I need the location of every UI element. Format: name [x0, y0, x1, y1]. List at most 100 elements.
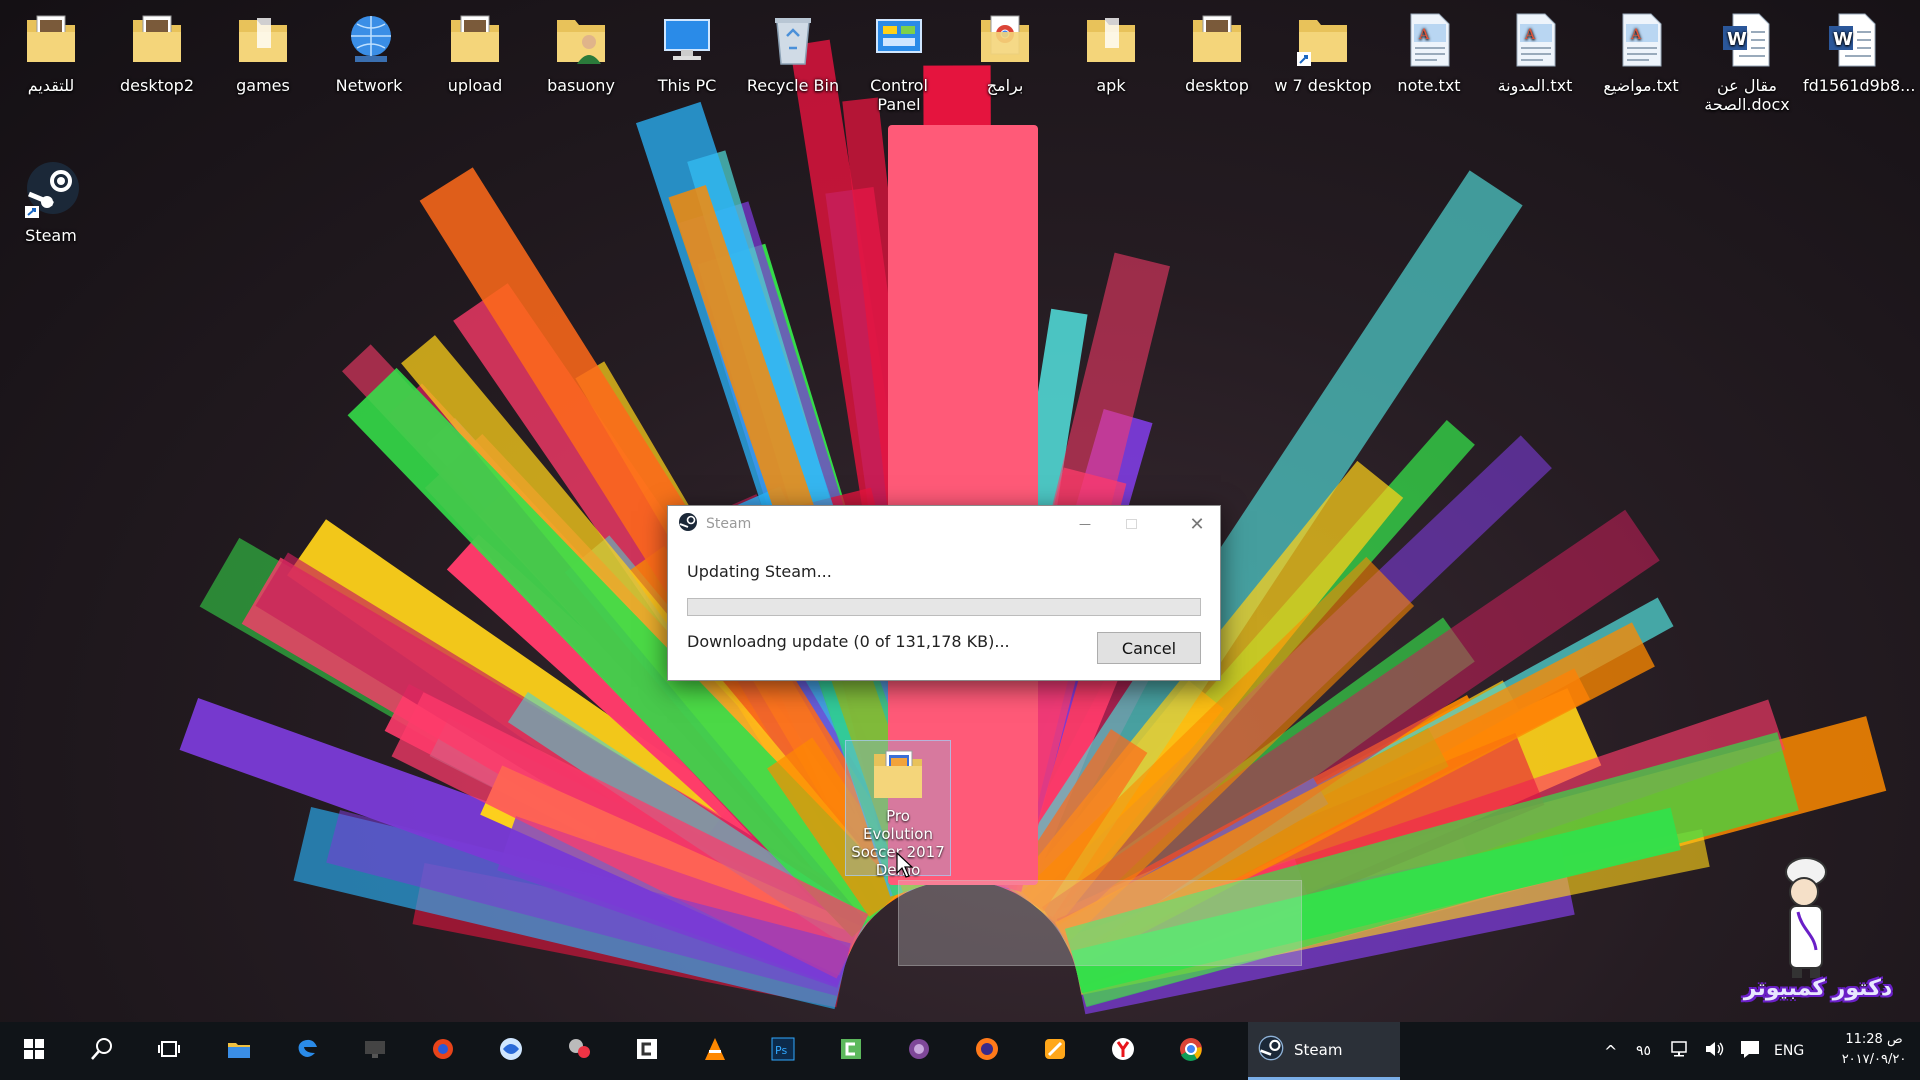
folder-chrome-icon	[977, 10, 1033, 70]
desktop-icon-label: Recycle Bin	[746, 76, 840, 95]
volume-icon	[1704, 1040, 1726, 1062]
taskbar-browser-button[interactable]	[482, 1022, 540, 1080]
steam-icon	[1258, 1035, 1284, 1065]
desktop-icon-10[interactable]: برامج	[957, 10, 1053, 130]
photoshop-icon: Ps	[769, 1035, 797, 1067]
yandex-icon	[1109, 1035, 1137, 1067]
chrome-icon	[1177, 1035, 1205, 1067]
desktop-icon-1[interactable]: للتقديم	[3, 10, 99, 130]
desktop-icon-label: Network	[335, 76, 403, 95]
dialog-title: Steam	[706, 516, 752, 532]
tray-bluetooth-number[interactable]: ٩٥	[1636, 1022, 1651, 1080]
desktop-icon-2[interactable]: desktop2	[109, 10, 205, 130]
tray-overflow-button[interactable]: ^	[1604, 1022, 1617, 1080]
desktop-icon-6[interactable]: basuony	[533, 10, 629, 130]
tray-number-text: ٩٥	[1636, 1043, 1652, 1059]
tray-clock[interactable]: 11:28 ص ٢٠١٧/٠٩/٢٠	[1832, 1030, 1916, 1070]
camtasia-green-icon	[837, 1035, 865, 1067]
desktop-icon-12[interactable]: desktop	[1169, 10, 1265, 130]
computer-icon	[659, 10, 715, 70]
taskbar-firefox-alt-button[interactable]	[414, 1022, 472, 1080]
taskbar-vlc-button[interactable]	[686, 1022, 744, 1080]
svg-text:Ps: Ps	[775, 1044, 787, 1057]
desktop-icon-14[interactable]: Anote.txt	[1381, 10, 1477, 130]
tray-notifications-button[interactable]	[1740, 1022, 1760, 1080]
tray-language-button[interactable]: ENG	[1774, 1022, 1804, 1080]
desktop-icon-label: apk	[1096, 76, 1126, 95]
folder-icon	[235, 10, 291, 70]
task-view-icon	[155, 1035, 183, 1067]
firefox-icon	[973, 1035, 1001, 1067]
desktop-icon-label: مقال عن الصحة.docx	[1704, 76, 1790, 114]
browser-icon	[497, 1035, 525, 1067]
edge-icon	[293, 1035, 321, 1067]
taskbar-file-explorer-button[interactable]	[210, 1022, 268, 1080]
folder-photo-icon	[23, 10, 79, 70]
taskbar-start-button[interactable]	[5, 1022, 63, 1080]
desktop-icon-7[interactable]: This PC	[639, 10, 735, 130]
svg-text:A: A	[1418, 27, 1430, 43]
minimize-button[interactable]: —	[1062, 506, 1108, 542]
taskbar-firefox-button[interactable]	[958, 1022, 1016, 1080]
desktop-icon-label: fd1561d9b8...	[1803, 76, 1916, 95]
user-folder-icon	[553, 10, 609, 70]
desktop-icon-label: desktop2	[120, 76, 194, 95]
desktop-icon-11[interactable]: apk	[1063, 10, 1159, 130]
taskbar-tor-button[interactable]	[890, 1022, 948, 1080]
tray-network-button[interactable]	[1670, 1022, 1692, 1080]
watermark-text: دكتور كمبيوتر	[1743, 976, 1893, 1001]
desktop-icon-9[interactable]: Control Panel	[851, 10, 947, 130]
desktop-icon-16[interactable]: A مواضيع.txt	[1593, 10, 1689, 130]
taskbar-monitor-button[interactable]	[346, 1022, 404, 1080]
taskbar-yandex-button[interactable]	[1094, 1022, 1152, 1080]
desktop-icon-label: basuony	[547, 76, 615, 95]
desktop-icon-3[interactable]: games	[215, 10, 311, 130]
maximize-icon	[1125, 519, 1137, 529]
folder-photo-icon	[447, 10, 503, 70]
close-button[interactable]: ✕	[1174, 506, 1220, 542]
clock-time: 11:28 ص	[1845, 1032, 1903, 1047]
taskbar-search-button[interactable]	[73, 1022, 131, 1080]
taskbar-chrome-button[interactable]	[1162, 1022, 1220, 1080]
text-file-icon: A	[1507, 10, 1563, 70]
desktop-icon-18[interactable]: Wfd1561d9b8...	[1803, 10, 1916, 130]
text-file-icon: A	[1401, 10, 1457, 70]
desktop-icon-13[interactable]: w 7 desktop	[1274, 10, 1372, 130]
taskbar-camtasia-button[interactable]	[618, 1022, 676, 1080]
desktop-icon-label: upload	[447, 76, 503, 95]
desktop-icon-label: للتقديم	[27, 76, 75, 95]
desktop-icon-17[interactable]: W مقال عن الصحة.docx	[1699, 10, 1795, 130]
taskbar-steam-label: Steam	[1294, 1040, 1343, 1059]
desktop-icon-15[interactable]: A المدونة.txt	[1487, 10, 1583, 130]
update-status-text: Updating Steam...	[687, 562, 832, 581]
desktop-icon-4[interactable]: Network	[321, 10, 417, 130]
folder-shortcut-icon	[1295, 10, 1351, 70]
taskbar-app-button[interactable]	[1026, 1022, 1084, 1080]
monitor-icon	[361, 1035, 389, 1067]
language-indicator: ENG	[1774, 1043, 1805, 1059]
desktop-icon-8[interactable]: Recycle Bin	[745, 10, 841, 130]
taskbar-photoshop-button[interactable]: Ps	[754, 1022, 812, 1080]
desktop-icon-label: Control Panel	[870, 76, 928, 114]
svg-text:W: W	[1727, 29, 1747, 50]
action-center-icon	[1740, 1040, 1760, 1062]
tray-volume-button[interactable]	[1704, 1022, 1726, 1080]
taskbar-task-view-button[interactable]	[140, 1022, 198, 1080]
taskbar-tool-button[interactable]	[550, 1022, 608, 1080]
taskbar-edge-button[interactable]	[278, 1022, 336, 1080]
chevron-up-icon: ^	[1604, 1041, 1618, 1061]
firefox-alt-icon	[429, 1035, 457, 1067]
cancel-button[interactable]: Cancel	[1097, 632, 1201, 664]
desktop-icon-5[interactable]: upload	[427, 10, 523, 130]
shortcut-tooltip	[898, 880, 1302, 966]
minimize-icon: —	[1079, 517, 1091, 531]
taskbar-camtasia-green-button[interactable]	[822, 1022, 880, 1080]
tool-icon	[565, 1035, 593, 1067]
taskbar-steam-button[interactable]: Steam	[1248, 1022, 1400, 1080]
desktop-icon-label: note.txt	[1397, 76, 1461, 95]
desktop-icon-steam[interactable]: Steam	[3, 160, 99, 280]
desktop-icon-label: برامج	[986, 76, 1024, 95]
camtasia-icon	[633, 1035, 661, 1067]
close-icon: ✕	[1189, 513, 1205, 535]
control-panel-icon	[871, 10, 927, 70]
